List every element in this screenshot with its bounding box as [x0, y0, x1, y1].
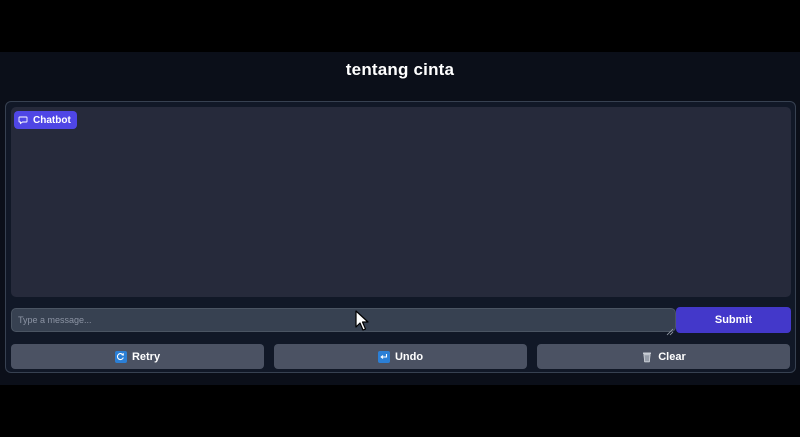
clear-label: Clear — [658, 350, 686, 363]
chatbot-area[interactable]: Chatbot — [11, 107, 791, 297]
chatbot-label-text: Chatbot — [33, 114, 71, 126]
retry-icon — [114, 350, 127, 363]
message-input[interactable] — [11, 308, 676, 332]
trash-icon — [641, 351, 653, 363]
submit-button[interactable]: Submit — [676, 307, 791, 333]
undo-button[interactable]: Undo — [274, 344, 527, 369]
retry-button[interactable]: Retry — [11, 344, 264, 369]
chatbot-label: Chatbot — [14, 111, 77, 129]
app-container: tentang cinta Chatbot Submit — [0, 52, 800, 385]
input-row: Submit — [11, 307, 791, 336]
undo-icon — [377, 350, 390, 363]
page-title: tentang cinta — [345, 60, 455, 79]
undo-label: Undo — [394, 350, 424, 363]
action-buttons: Retry Undo Clear — [11, 344, 791, 369]
bottom-letterbox — [0, 385, 800, 437]
retry-label: Retry — [131, 350, 161, 363]
chat-bubble-icon — [18, 115, 28, 125]
chat-panel: Chatbot Submit Retry — [5, 101, 796, 373]
top-letterbox — [0, 0, 800, 52]
clear-button[interactable]: Clear — [537, 344, 790, 369]
resize-handle-icon[interactable] — [666, 323, 674, 336]
mouse-pointer-icon — [355, 310, 369, 332]
